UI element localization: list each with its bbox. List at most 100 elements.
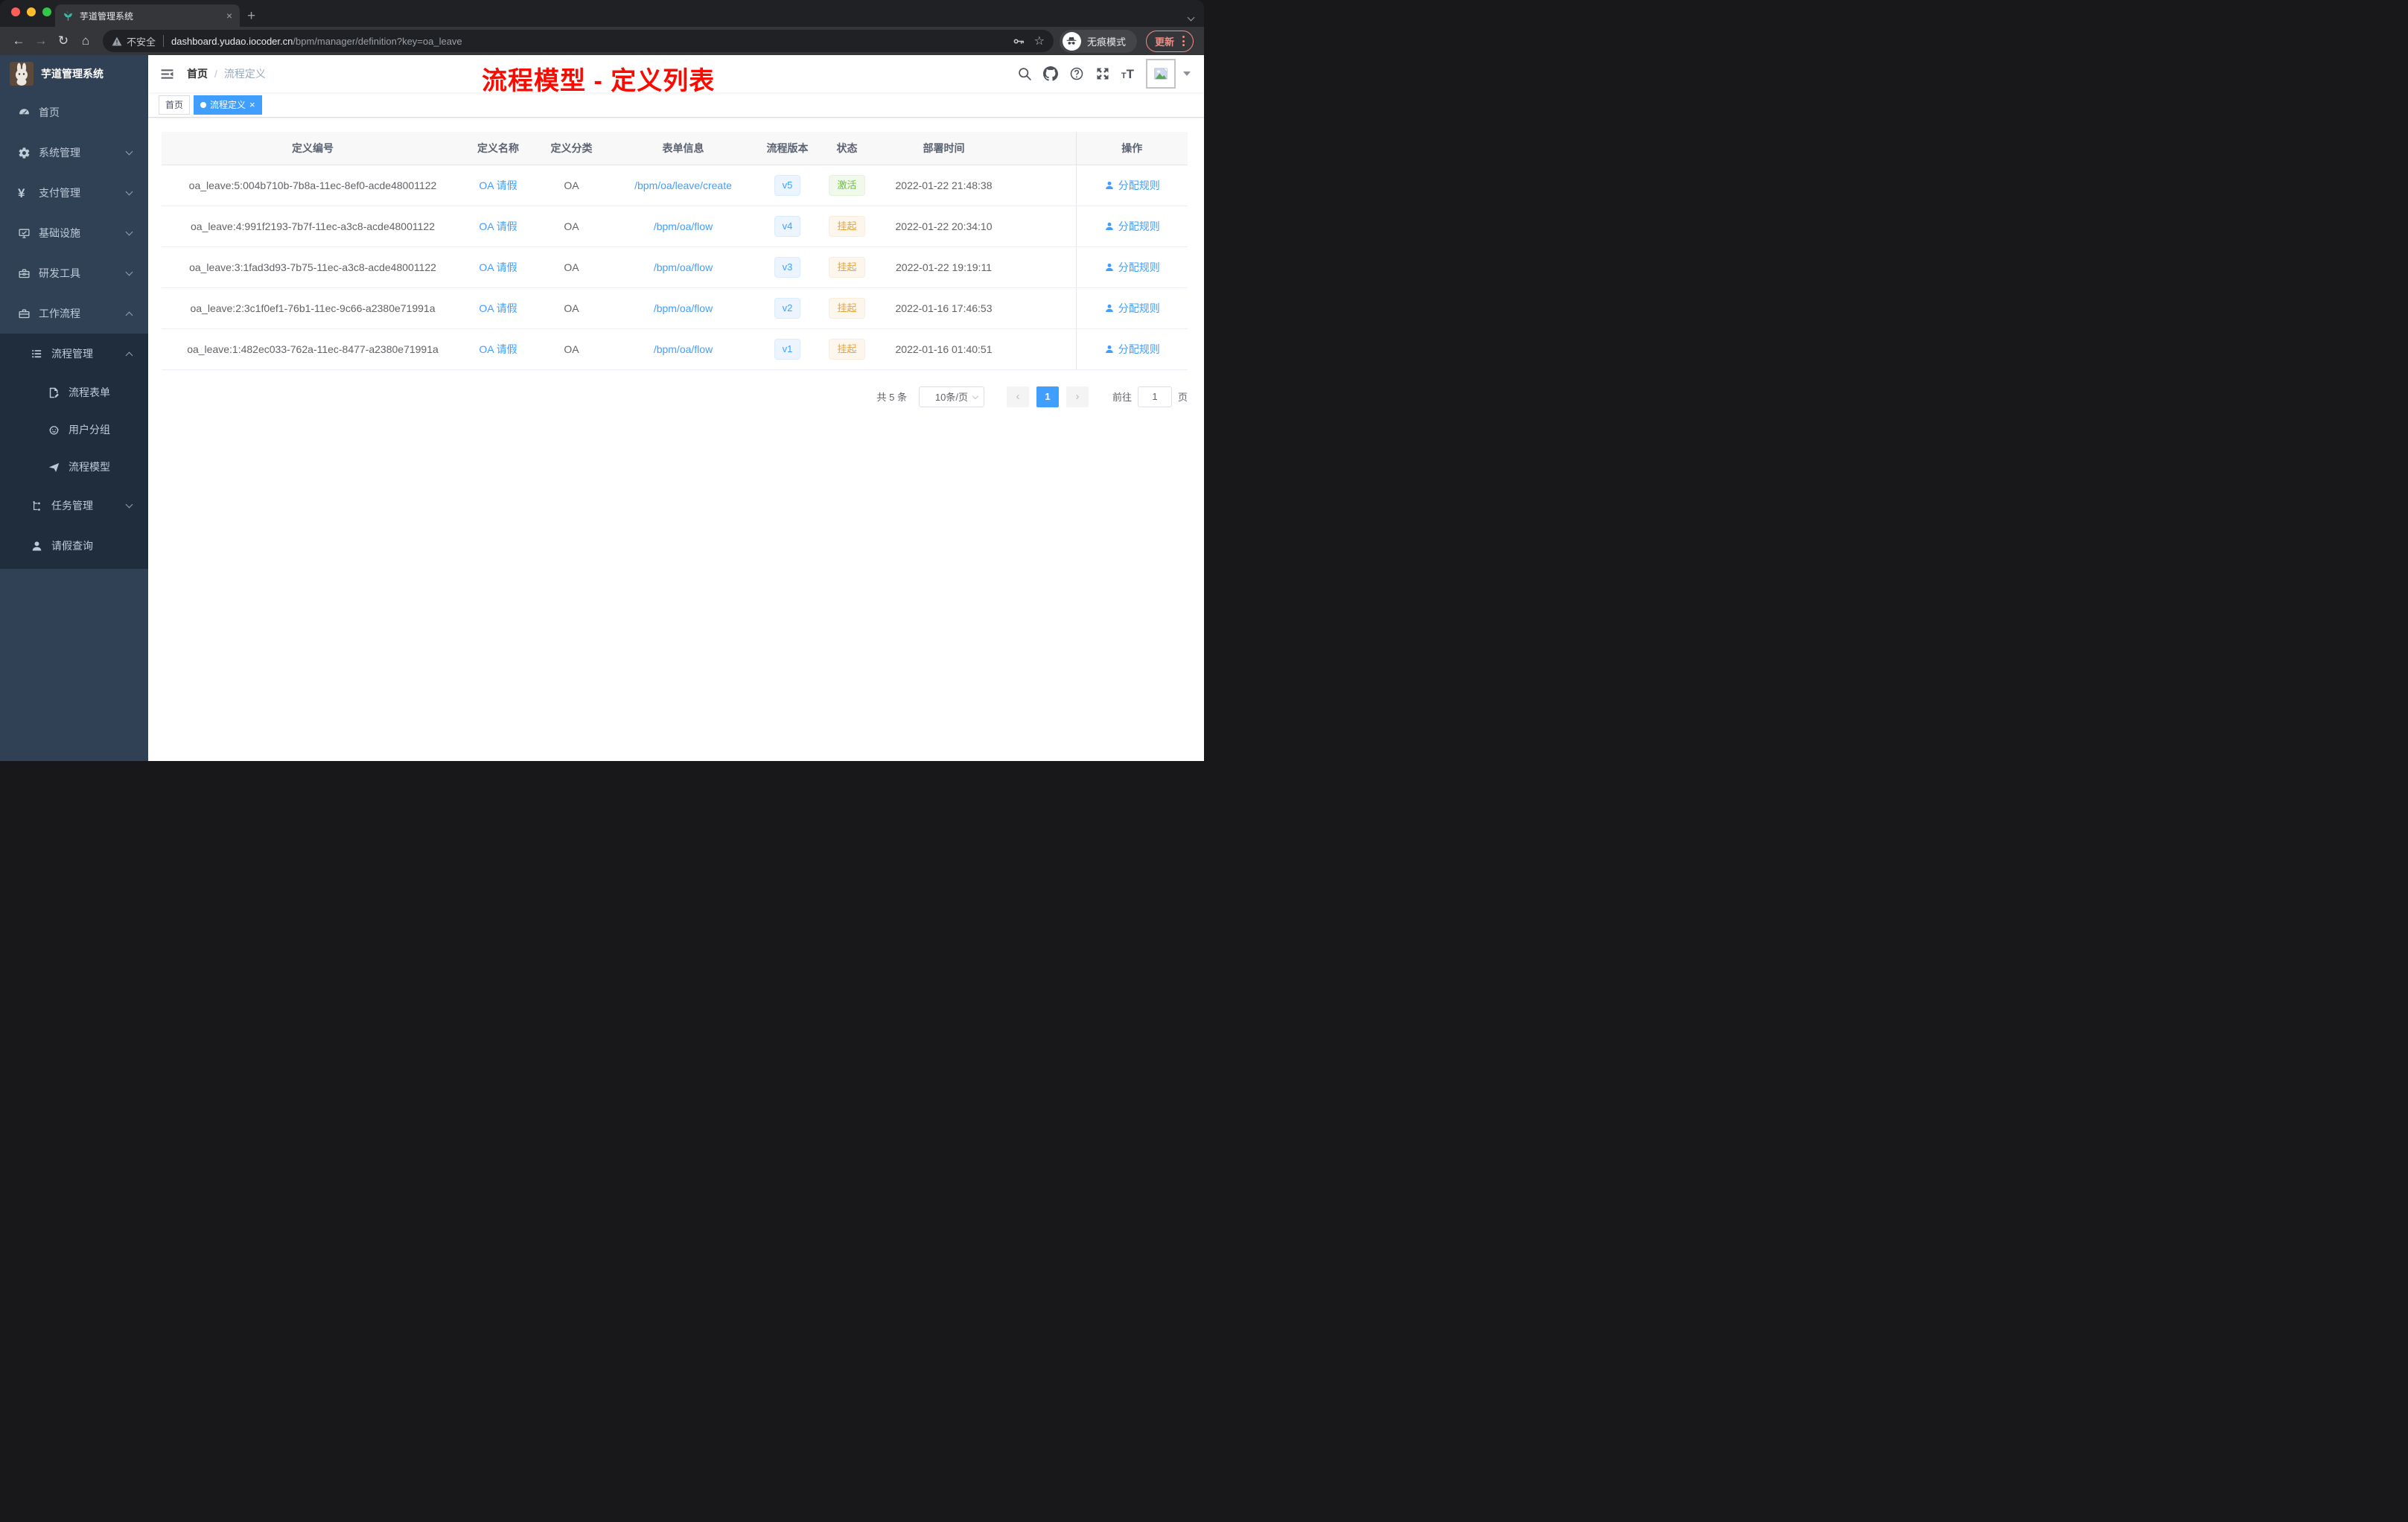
col-deploy-time: 部署时间: [875, 132, 1013, 165]
sidebar-item-payment[interactable]: ¥ 支付管理: [0, 173, 148, 213]
table-row: oa_leave:2:3c1f0ef1-76b1-11ec-9c66-a2380…: [162, 287, 1188, 329]
table-header-row: 定义编号 定义名称 定义分类 表单信息 流程版本 状态 部署时间 操作: [162, 132, 1188, 165]
forward-button[interactable]: →: [30, 34, 52, 48]
status-badge: 激活: [829, 174, 865, 196]
status-badge: 挂起: [829, 215, 865, 237]
chevron-up-icon: [125, 351, 133, 360]
avatar-broken-image[interactable]: [1146, 59, 1176, 89]
version-badge: v5: [774, 174, 801, 196]
col-actions: 操作: [1075, 132, 1188, 165]
definition-name-link[interactable]: OA 请假: [479, 343, 517, 355]
zoom-window-button[interactable]: [42, 7, 51, 16]
fullscreen-icon[interactable]: [1095, 66, 1110, 81]
tags-view-bar: 首页 流程定义 ×: [148, 92, 1204, 118]
dashboard-icon: [18, 106, 31, 119]
tag-process-definition[interactable]: 流程定义 ×: [194, 95, 262, 115]
table-row: oa_leave:1:482ec033-762a-11ec-8477-a2380…: [162, 328, 1188, 370]
status-badge: 挂起: [829, 338, 865, 360]
form-info-link[interactable]: /bpm/oa/leave/create: [634, 179, 732, 191]
page-number-1[interactable]: 1: [1036, 386, 1059, 407]
github-icon[interactable]: [1042, 66, 1058, 81]
deploy-time-cell: 2022-01-22 19:19:11: [875, 246, 1013, 288]
form-info-link[interactable]: /bpm/oa/flow: [654, 343, 713, 355]
tab-search-chevron-icon[interactable]: [1187, 10, 1195, 24]
update-button[interactable]: 更新: [1145, 30, 1194, 52]
filler-cell: [1013, 246, 1076, 288]
password-key-icon[interactable]: [1013, 35, 1025, 48]
sidebar-item-label: 基础设施: [39, 227, 80, 239]
new-tab-button[interactable]: +: [247, 9, 255, 23]
avatar-caret-down-icon[interactable]: [1183, 71, 1191, 76]
definition-name-link[interactable]: OA 请假: [479, 261, 517, 273]
form-info-link[interactable]: /bpm/oa/flow: [654, 261, 713, 273]
sidebar-item-label: 首页: [39, 106, 60, 118]
tag-home[interactable]: 首页: [159, 95, 191, 115]
assign-rule-link[interactable]: 分配规则: [1104, 342, 1160, 357]
reload-button[interactable]: ↻: [52, 34, 74, 48]
security-label[interactable]: 不安全: [127, 34, 156, 48]
form-info-link[interactable]: /bpm/oa/flow: [654, 220, 713, 232]
gear-icon: [18, 147, 31, 159]
page-content: 定义编号 定义名称 定义分类 表单信息 流程版本 状态 部署时间 操作 oa_l…: [148, 118, 1204, 761]
sidebar-item-dashboard[interactable]: 首页: [0, 92, 148, 133]
address-bar[interactable]: 不安全 dashboard.yudao.iocoder.cn/bpm/manag…: [103, 30, 1054, 52]
app-logo[interactable]: 芋道管理系统: [0, 55, 148, 92]
definition-name-link[interactable]: OA 请假: [479, 179, 517, 191]
browser-tab[interactable]: 芋道管理系统 ×: [55, 4, 240, 27]
page-size-select[interactable]: 10条/页: [918, 386, 984, 407]
help-icon[interactable]: [1069, 66, 1084, 81]
sidebar-item-label: 流程模型: [69, 461, 110, 473]
goto-page-input[interactable]: [1137, 386, 1172, 407]
assign-rule-link[interactable]: 分配规则: [1104, 219, 1160, 234]
tag-label: 首页: [165, 100, 184, 110]
sidebar-collapse-icon[interactable]: [160, 67, 174, 81]
version-badge: v1: [774, 338, 801, 360]
category-cell: OA: [532, 206, 611, 247]
form-info-link[interactable]: /bpm/oa/flow: [654, 302, 713, 314]
sidebar-item-devtools[interactable]: 研发工具: [0, 253, 148, 293]
tab-title: 芋道管理系统: [80, 10, 134, 22]
sidebar-item-label: 研发工具: [39, 267, 80, 279]
assign-rule-link[interactable]: 分配规则: [1104, 178, 1160, 193]
actions-cell: 分配规则: [1075, 246, 1188, 288]
col-process-version: 流程版本: [756, 132, 819, 165]
pagination-total: 共 5 条: [876, 392, 907, 403]
sidebar-item-system[interactable]: 系统管理: [0, 133, 148, 173]
assign-rule-link[interactable]: 分配规则: [1104, 260, 1160, 275]
sidebar-item-process-form[interactable]: 流程表单: [0, 374, 148, 411]
close-window-button[interactable]: [11, 7, 20, 16]
font-size-icon[interactable]: TT: [1121, 68, 1134, 80]
url-text[interactable]: dashboard.yudao.iocoder.cn/bpm/manager/d…: [171, 36, 462, 47]
tag-close-icon[interactable]: ×: [249, 100, 255, 109]
home-button[interactable]: ⌂: [74, 34, 97, 48]
person-icon: [1105, 181, 1113, 189]
chevron-down-icon: [125, 228, 133, 236]
sidebar-item-process-management[interactable]: 流程管理: [0, 334, 148, 374]
prev-page-button[interactable]: ‹: [1006, 386, 1029, 407]
sidebar-item-label: 流程管理: [51, 348, 93, 360]
sidebar-item-task-management[interactable]: 任务管理: [0, 485, 148, 526]
pagination: 共 5 条 10条/页 ‹ 1 › 前往 页: [162, 386, 1188, 407]
back-button[interactable]: ←: [7, 34, 30, 48]
search-icon[interactable]: [1017, 66, 1032, 81]
browser-menu-kebab-icon[interactable]: [1182, 36, 1185, 46]
assign-rule-link[interactable]: 分配规则: [1104, 301, 1160, 316]
update-label[interactable]: 更新: [1155, 34, 1174, 48]
tab-close-icon[interactable]: ×: [226, 10, 232, 21]
breadcrumb-current: 流程定义: [223, 68, 266, 80]
chevron-down-icon: [125, 500, 133, 509]
select-chevron-icon: [972, 392, 979, 399]
sidebar-item-infrastructure[interactable]: 基础设施: [0, 213, 148, 253]
sidebar-item-user-group[interactable]: 用户分组: [0, 411, 148, 448]
send-icon: [48, 461, 60, 474]
minimize-window-button[interactable]: [27, 7, 36, 16]
definition-name-link[interactable]: OA 请假: [479, 302, 517, 314]
next-page-button[interactable]: ›: [1066, 386, 1089, 407]
breadcrumb-home[interactable]: 首页: [187, 66, 208, 81]
sidebar-item-workflow[interactable]: 工作流程: [0, 293, 148, 334]
bookmark-star-icon[interactable]: ☆: [1034, 34, 1045, 48]
sidebar-item-leave-query[interactable]: 请假查询: [0, 526, 148, 566]
definition-name-link[interactable]: OA 请假: [479, 220, 517, 232]
sidebar-item-process-model[interactable]: 流程模型: [0, 448, 148, 485]
sidebar-item-label: 支付管理: [39, 187, 80, 199]
